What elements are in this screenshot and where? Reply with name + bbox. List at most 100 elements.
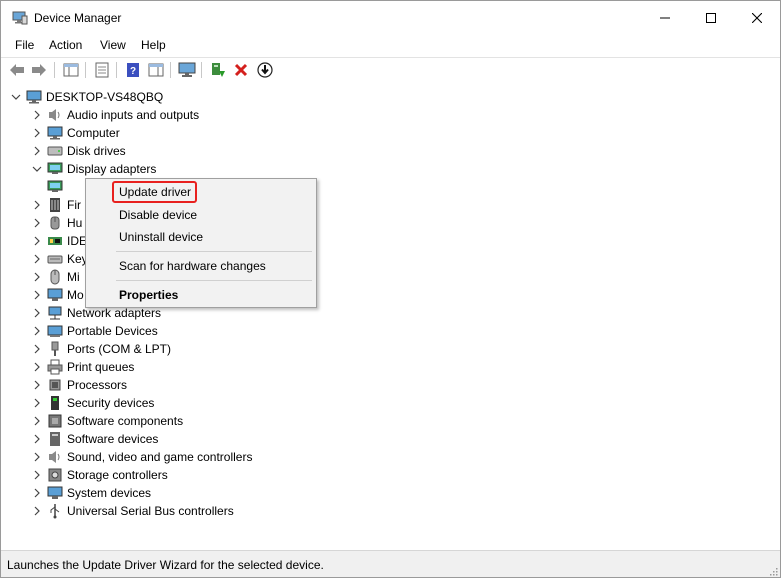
storage-icon: [47, 467, 63, 483]
status-text: Launches the Update Driver Wizard for th…: [7, 558, 324, 572]
chevron-right-icon[interactable]: [31, 214, 43, 232]
tree-item-firmware[interactable]: Fir: [31, 196, 81, 214]
chevron-right-icon[interactable]: [31, 250, 43, 268]
chevron-right-icon[interactable]: [31, 142, 43, 160]
menu-view[interactable]: View: [100, 38, 126, 52]
chevron-right-icon[interactable]: [31, 358, 43, 376]
chevron-right-icon[interactable]: [31, 502, 43, 520]
uninstall-device-toolbar-button[interactable]: [232, 61, 250, 79]
chevron-right-icon[interactable]: [31, 232, 43, 250]
close-icon: [752, 13, 762, 23]
display-adapter-device-icon: [47, 179, 63, 195]
minimize-button[interactable]: [642, 1, 688, 35]
chevron-right-icon[interactable]: [31, 376, 43, 394]
tree-item-ports-com-lpt-[interactable]: Ports (COM & LPT): [31, 340, 171, 358]
resize-grip-icon[interactable]: [768, 566, 778, 576]
tree-item-label: Portable Devices: [67, 324, 158, 338]
tree-root[interactable]: DESKTOP-VS48QBQ: [10, 88, 163, 106]
tree-item-mice-and-other-pointing-devices[interactable]: Mi: [31, 268, 80, 286]
svg-text:?: ?: [130, 66, 136, 77]
title-bar[interactable]: Device Manager: [1, 1, 780, 35]
close-button[interactable]: [734, 1, 780, 35]
tree-item-label: Computer: [67, 126, 120, 140]
chevron-right-icon[interactable]: [31, 340, 43, 358]
chevron-right-icon[interactable]: [31, 466, 43, 484]
menu-update-driver[interactable]: Update driver: [119, 185, 191, 199]
tree-item-display-adapters[interactable]: Display adapters: [31, 160, 156, 178]
chevron-right-icon[interactable]: [31, 286, 43, 304]
chevron-down-icon[interactable]: [10, 88, 22, 106]
usb-icon: [47, 503, 63, 519]
tree-item-security-devices[interactable]: Security devices: [31, 394, 154, 412]
chevron-right-icon[interactable]: [31, 106, 43, 124]
tree-item-portable-devices[interactable]: Portable Devices: [31, 322, 158, 340]
tree-item-print-queues[interactable]: Print queues: [31, 358, 134, 376]
tree-item-human-interface-devices[interactable]: Hu: [31, 214, 82, 232]
tree-item-software-devices[interactable]: Software devices: [31, 430, 158, 448]
help-toolbar-button[interactable]: ?: [124, 61, 142, 79]
computer-name: DESKTOP-VS48QBQ: [46, 90, 164, 104]
tree-item-monitors[interactable]: Mo: [31, 286, 84, 304]
scan-hardware-button[interactable]: [178, 61, 196, 79]
hid-icon: [47, 215, 63, 231]
tree-item-label: Audio inputs and outputs: [67, 108, 200, 122]
chevron-right-icon[interactable]: [31, 268, 43, 286]
chevron-right-icon[interactable]: [31, 394, 43, 412]
tree-item-sound-video-and-game-controllers[interactable]: Sound, video and game controllers: [31, 448, 252, 466]
properties-toolbar-button[interactable]: [93, 61, 111, 79]
menu-file[interactable]: File: [15, 38, 34, 52]
menu-scan-hardware[interactable]: Scan for hardware changes: [119, 259, 266, 273]
tree-item-label: Mi: [67, 270, 80, 284]
tree-item-audio-inputs-and-outputs[interactable]: Audio inputs and outputs: [31, 106, 199, 124]
tree-item-label: IDE: [67, 234, 88, 248]
toolbar-separator: [54, 62, 55, 78]
tree-item-keyboards[interactable]: Key: [31, 250, 88, 268]
console-tree-icon: [63, 63, 79, 77]
tree-item-processors[interactable]: Processors: [31, 376, 127, 394]
display-adapter-icon: [47, 161, 63, 177]
chevron-down-icon[interactable]: [31, 160, 43, 178]
tree-item-software-components[interactable]: Software components: [31, 412, 183, 430]
tree-item-label: Storage controllers: [67, 468, 168, 482]
window-title: Device Manager: [34, 11, 122, 25]
menu-help[interactable]: Help: [141, 38, 166, 52]
speaker-icon: [47, 107, 63, 123]
tree-item-storage-controllers[interactable]: Storage controllers: [31, 466, 168, 484]
menu-action[interactable]: Action: [49, 38, 82, 52]
chevron-right-icon[interactable]: [31, 322, 43, 340]
menu-uninstall-device[interactable]: Uninstall device: [119, 230, 203, 244]
show-hide-console-tree-button[interactable]: [62, 61, 80, 79]
update-driver-icon: [212, 63, 225, 77]
chevron-right-icon[interactable]: [31, 484, 43, 502]
maximize-button[interactable]: [688, 1, 734, 35]
action-pane-button[interactable]: [147, 61, 165, 79]
back-arrow-icon: [10, 64, 24, 76]
chevron-right-icon[interactable]: [31, 412, 43, 430]
toolbar-separator: [85, 62, 86, 78]
enable-device-toolbar-button[interactable]: [256, 61, 274, 79]
chevron-right-icon[interactable]: [31, 304, 43, 322]
menu-properties[interactable]: Properties: [119, 288, 178, 302]
tree-item-label: System devices: [67, 486, 152, 500]
maximize-icon: [706, 13, 716, 23]
back-button[interactable]: [8, 61, 26, 79]
portable-icon: [47, 323, 63, 339]
ide-icon: [47, 233, 63, 249]
device-tree: DESKTOP-VS48QBQ Audio inputs and outputs…: [1, 83, 780, 550]
tree-item-universal-serial-bus-controllers[interactable]: Universal Serial Bus controllers: [31, 502, 234, 520]
chevron-right-icon[interactable]: [31, 196, 43, 214]
update-driver-toolbar-button[interactable]: [209, 61, 227, 79]
tree-item-label: Hu: [67, 216, 83, 230]
tree-item-device[interactable]: [47, 178, 67, 196]
tree-item-system-devices[interactable]: System devices: [31, 484, 151, 502]
tree-item-disk-drives[interactable]: Disk drives: [31, 142, 126, 160]
chevron-right-icon[interactable]: [31, 448, 43, 466]
forward-button[interactable]: [30, 61, 48, 79]
tree-item-label: Software components: [67, 414, 184, 428]
tree-item-computer[interactable]: Computer: [31, 124, 120, 142]
tree-item-ide-ata-atapi-controllers[interactable]: IDE: [31, 232, 87, 250]
firmware-icon: [47, 197, 63, 213]
chevron-right-icon[interactable]: [31, 430, 43, 448]
chevron-right-icon[interactable]: [31, 124, 43, 142]
menu-disable-device[interactable]: Disable device: [119, 208, 197, 222]
